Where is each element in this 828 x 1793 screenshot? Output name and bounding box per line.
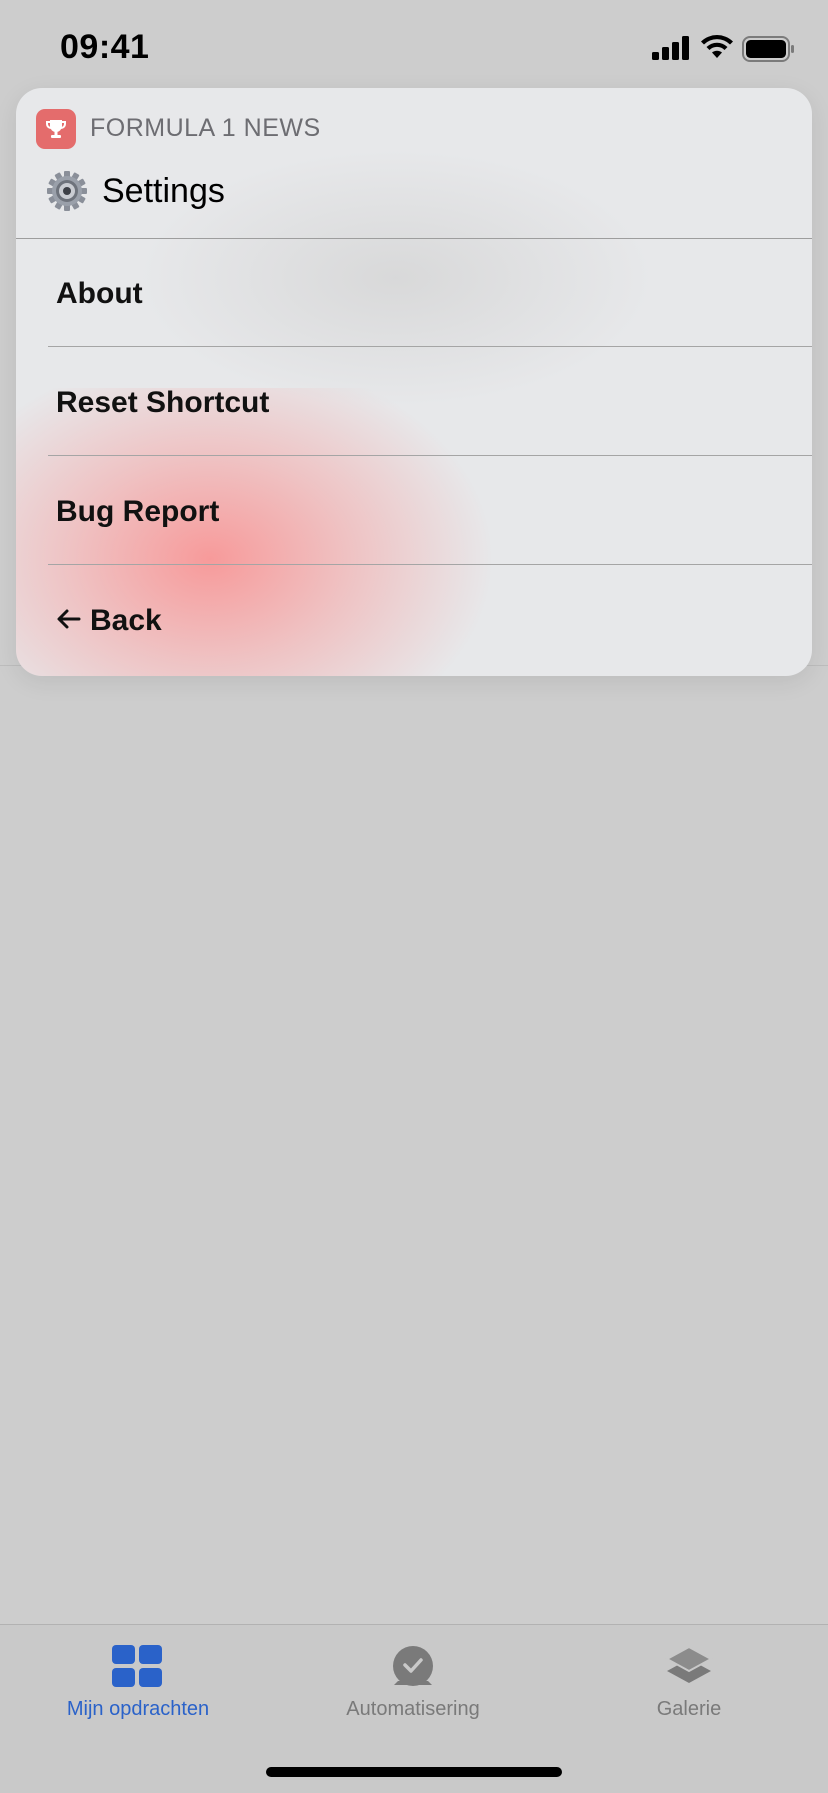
app-name: FORMULA 1 NEWS [90,114,321,142]
tab-automatisering[interactable]: Automatisering [313,1625,513,1735]
menu-item-back[interactable]: Back [16,566,812,674]
tab-label: Galerie [656,1698,722,1720]
menu-item-label: Bug Report [56,495,220,528]
item-divider [48,346,812,347]
status-time: 09:41 [60,28,150,66]
tab-mijn-opdrachten[interactable]: Mijn opdrachten [38,1625,238,1735]
menu-item-bug-report[interactable]: Bug Report [16,457,812,565]
grid-icon [112,1645,162,1687]
settings-card: FORMULA 1 NEWS Settings About Reset Shor… [16,88,812,676]
menu-item-label: Reset Shortcut [56,386,270,419]
status-bar: 09:41 [0,0,828,100]
cellular-signal-icon [652,36,689,60]
arrow-left-icon [57,609,81,629]
item-divider [48,564,812,565]
battery-icon [742,36,794,62]
menu-item-label: Back [90,604,162,637]
gear-icon [47,171,87,211]
menu-item-about[interactable]: About [16,239,812,347]
item-divider [48,455,812,456]
trophy-icon [36,109,76,149]
card-title: Settings [102,172,225,210]
wifi-icon [701,35,733,58]
card-header: FORMULA 1 NEWS Settings [16,88,812,239]
layers-icon [665,1645,713,1683]
home-indicator[interactable] [266,1767,562,1777]
tab-galerie[interactable]: Galerie [589,1625,789,1735]
menu-item-label: About [56,277,143,310]
tab-label: Mijn opdrachten [66,1698,210,1720]
clock-check-icon [393,1646,433,1686]
tab-label: Automatisering [346,1698,480,1720]
menu-item-reset-shortcut[interactable]: Reset Shortcut [16,348,812,456]
